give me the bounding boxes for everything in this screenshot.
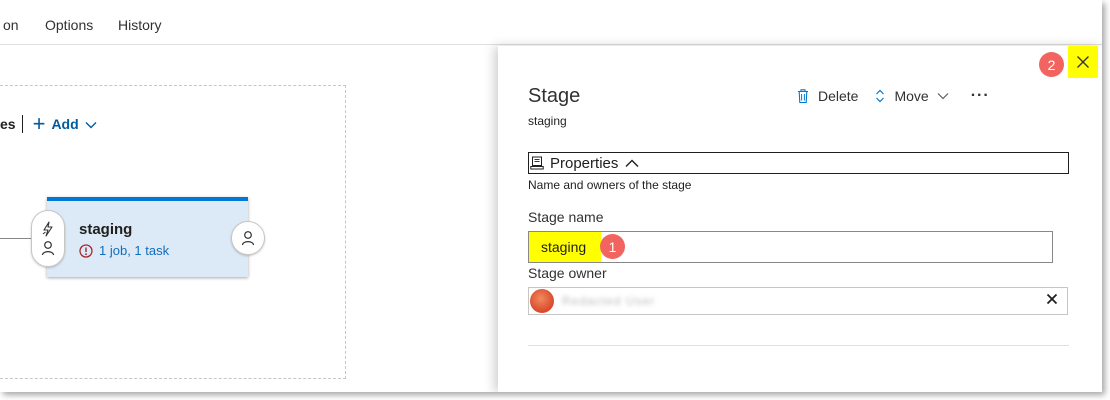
tab-bar: on Options History xyxy=(0,0,1102,45)
stages-header: es + Add xyxy=(0,111,97,136)
close-icon xyxy=(1077,56,1089,68)
stage-name-label: Stage name xyxy=(528,209,604,225)
chevron-down-icon xyxy=(85,116,97,132)
properties-section-title: Properties xyxy=(550,154,619,172)
stages-label: es xyxy=(0,116,16,132)
properties-section-toggle[interactable]: Properties xyxy=(528,152,1069,174)
pipeline-canvas: es + Add staging 1 job, 1 task xyxy=(0,46,500,392)
close-panel-button[interactable] xyxy=(1068,46,1098,78)
move-label: Move xyxy=(894,88,929,104)
panel-title: Stage xyxy=(528,85,581,107)
panel-toolbar: Delete Move ··· xyxy=(796,87,990,105)
release-pipeline-window: on Options History es + Add staging 1 jo… xyxy=(0,0,1102,392)
panel-subtitle: staging xyxy=(528,114,567,128)
chevron-up-icon xyxy=(625,159,639,167)
post-deployment-conditions[interactable] xyxy=(231,221,265,255)
stage-card-title: staging xyxy=(79,221,133,238)
stage-owner-picker[interactable]: Redacted User xyxy=(528,287,1068,315)
add-label: Add xyxy=(51,116,79,132)
stage-card-status[interactable]: 1 job, 1 task xyxy=(79,243,169,258)
stage-properties-panel: Stage staging Delete Move ··· 2 Properti… xyxy=(498,46,1102,392)
add-stage-button[interactable]: + Add xyxy=(32,111,97,136)
person-icon xyxy=(241,231,255,246)
owner-name-redacted: Redacted User xyxy=(562,294,656,308)
delete-button[interactable]: Delete xyxy=(796,88,858,104)
tab-partial[interactable]: on xyxy=(3,17,19,33)
clear-owner-icon[interactable] xyxy=(1045,292,1059,306)
pre-deployment-conditions[interactable] xyxy=(31,210,65,267)
avatar xyxy=(530,289,554,313)
section-divider xyxy=(528,345,1069,346)
person-icon xyxy=(41,241,55,256)
error-circle-icon xyxy=(79,243,93,258)
chevron-down-icon xyxy=(937,93,949,100)
stage-card-status-text: 1 job, 1 task xyxy=(99,243,170,258)
delete-label: Delete xyxy=(818,88,859,104)
tab-options[interactable]: Options xyxy=(45,17,93,33)
tab-history[interactable]: History xyxy=(118,17,162,33)
lightning-icon xyxy=(42,221,53,237)
annotation-badge-2: 2 xyxy=(1039,52,1064,77)
properties-section-description: Name and owners of the stage xyxy=(528,178,692,192)
stage-card-staging[interactable]: staging 1 job, 1 task xyxy=(47,197,248,277)
header-separator xyxy=(21,115,23,133)
properties-icon xyxy=(530,156,544,170)
move-button[interactable]: Move xyxy=(874,88,949,104)
more-actions-button[interactable]: ··· xyxy=(971,87,990,105)
artifact-connector-line xyxy=(0,238,34,239)
plus-icon: + xyxy=(32,111,46,136)
trash-icon xyxy=(798,89,808,104)
stage-owner-label: Stage owner xyxy=(528,265,607,281)
up-down-icon xyxy=(876,89,885,103)
annotation-badge-1: 1 xyxy=(600,234,625,259)
